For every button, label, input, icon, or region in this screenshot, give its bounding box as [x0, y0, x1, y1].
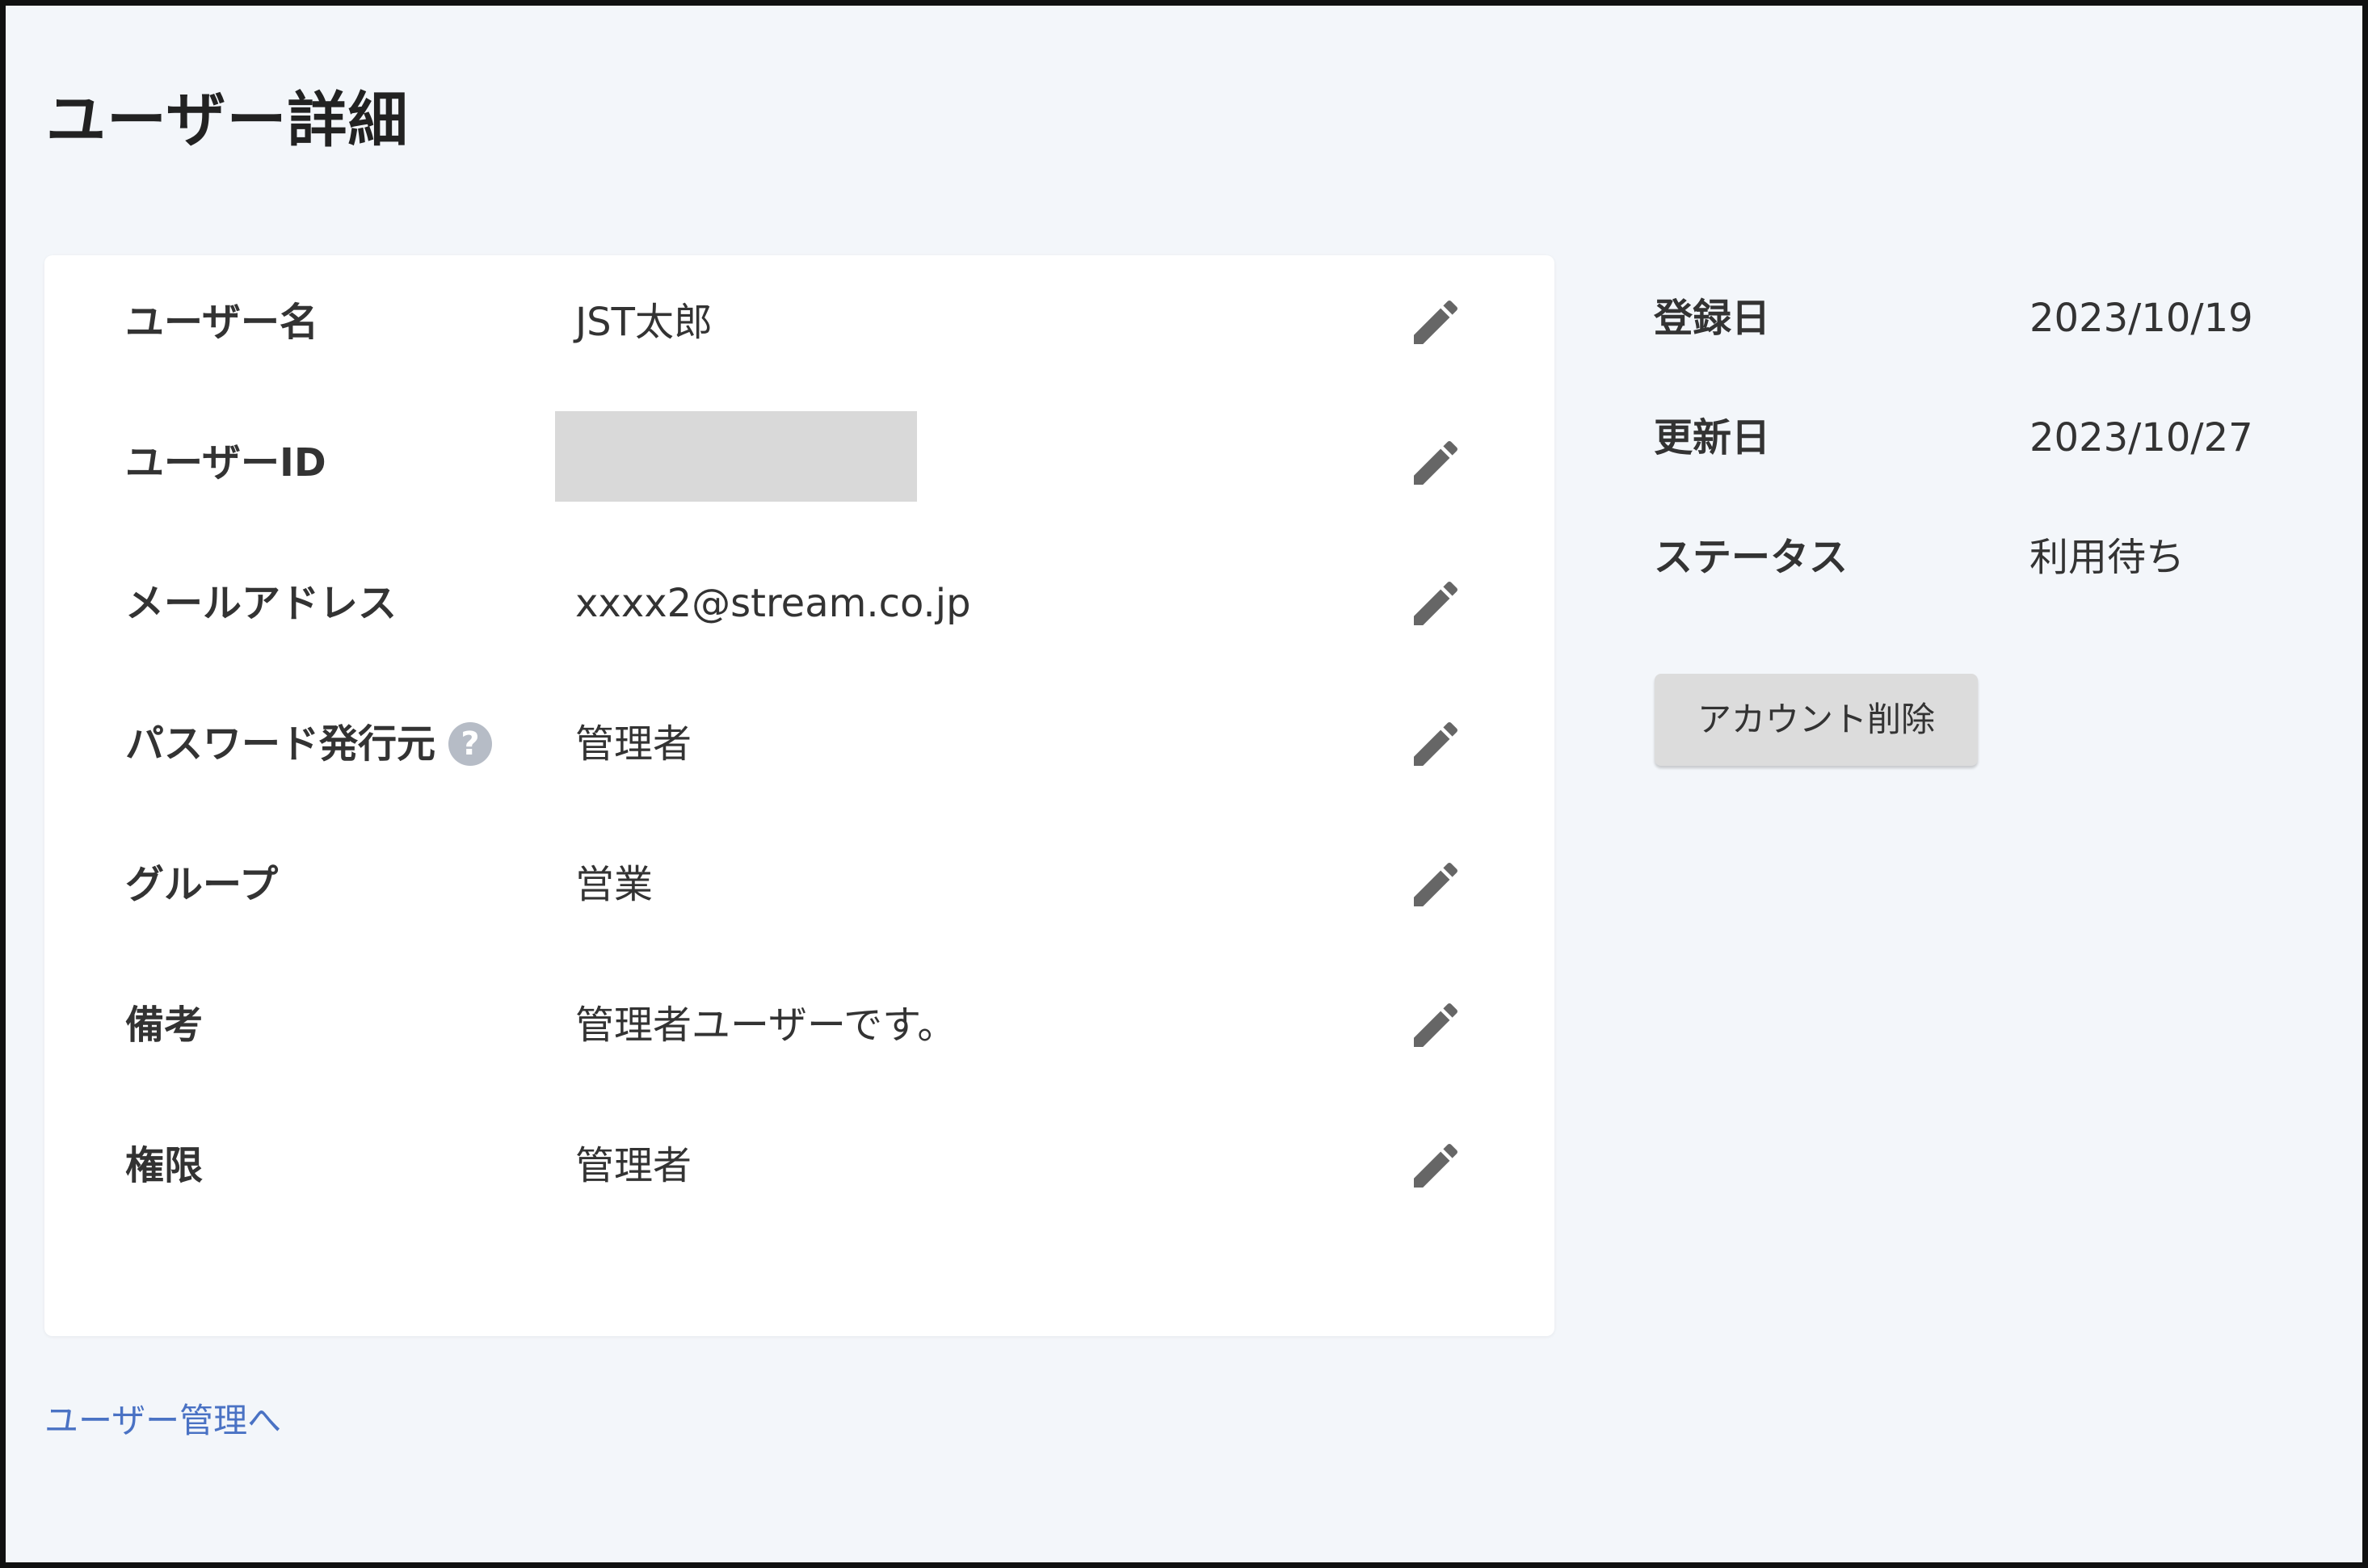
page-frame: ユーザー詳細 ユーザー名 JST太郎 ユーザーID メールアドレス xxxx2@… [0, 0, 2368, 1568]
field-row-email: メールアドレス xxxx2@stream.co.jp [44, 555, 1554, 652]
edit-user-id-button[interactable] [1407, 434, 1465, 492]
status-value: 利用待ち [2029, 535, 2185, 580]
delete-account-button[interactable]: アカウント削除 [1655, 674, 1978, 766]
user-detail-card: ユーザー名 JST太郎 ユーザーID メールアドレス xxxx2@stream.… [44, 255, 1554, 1336]
registered-date-value: 2023/10/19 [2029, 296, 2253, 341]
field-row-user-name: ユーザー名 JST太郎 [44, 274, 1554, 371]
field-label-email: メールアドレス [125, 581, 397, 626]
edit-user-name-button[interactable] [1407, 293, 1465, 351]
registered-date-label: 登録日 [1654, 296, 1771, 341]
back-to-user-management-link[interactable]: ユーザー管理へ [44, 1397, 281, 1445]
pencil-icon [1414, 1003, 1458, 1047]
field-row-user-id: ユーザーID [44, 411, 1554, 511]
field-row-password-issuer: パスワード発行元? 管理者 [44, 696, 1554, 792]
field-value-password-issuer: 管理者 [575, 721, 692, 767]
question-circle-icon[interactable]: ? [448, 722, 493, 766]
page-title: ユーザー詳細 [46, 86, 409, 155]
field-value-notes: 管理者ユーザーです。 [575, 1003, 957, 1048]
field-row-permission: 権限 管理者 [44, 1117, 1554, 1214]
field-value-email: xxxx2@stream.co.jp [575, 581, 971, 626]
pencil-icon [1414, 440, 1458, 485]
field-label-password-issuer: パスワード発行元? [125, 696, 493, 792]
pencil-icon [1414, 862, 1458, 906]
pencil-icon [1414, 581, 1458, 625]
edit-group-button[interactable] [1407, 855, 1465, 914]
field-row-notes: 備考 管理者ユーザーです。 [44, 977, 1554, 1074]
status-row: ステータス 利用待ち [1654, 525, 2300, 590]
field-value-group: 営業 [575, 862, 654, 907]
field-label-password-issuer-text: パスワード発行元 [125, 721, 436, 767]
pencil-icon [1414, 1143, 1458, 1188]
edit-permission-button[interactable] [1407, 1137, 1465, 1195]
field-value-permission: 管理者 [575, 1143, 692, 1188]
pencil-icon [1414, 300, 1458, 344]
pencil-icon [1414, 721, 1458, 766]
updated-date-label: 更新日 [1654, 415, 1771, 460]
field-label-group: グループ [125, 862, 279, 907]
edit-password-issuer-button[interactable] [1407, 715, 1465, 773]
updated-date-value: 2023/10/27 [2029, 415, 2253, 460]
field-label-user-id: ユーザーID [125, 440, 326, 486]
field-label-notes: 備考 [125, 1003, 204, 1048]
status-label: ステータス [1654, 535, 1849, 580]
redacted-user-id-value [555, 411, 917, 502]
edit-email-button[interactable] [1407, 574, 1465, 633]
field-label-user-name: ユーザー名 [125, 300, 319, 345]
registered-date-row: 登録日 2023/10/19 [1654, 286, 2300, 351]
field-row-group: グループ 営業 [44, 836, 1554, 933]
edit-notes-button[interactable] [1407, 996, 1465, 1054]
field-value-user-name: JST太郎 [575, 300, 713, 345]
field-label-permission: 権限 [125, 1143, 204, 1188]
updated-date-row: 更新日 2023/10/27 [1654, 406, 2300, 470]
